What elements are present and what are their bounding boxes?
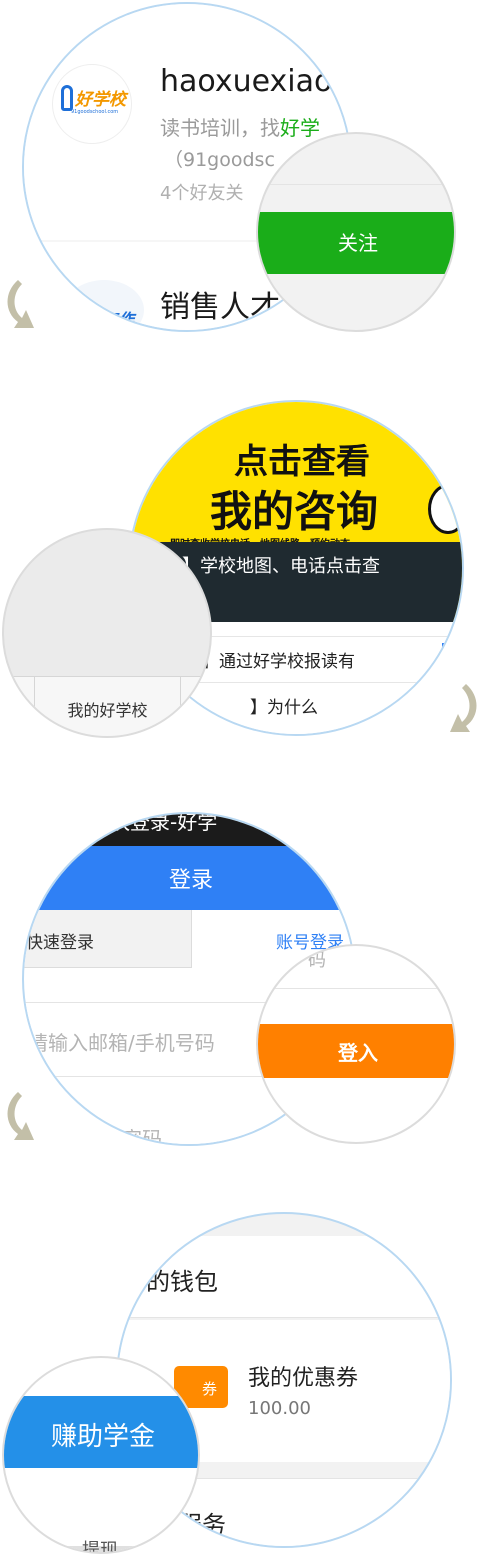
curved-arrow-icon xyxy=(7,1092,34,1140)
wallet-label: 的钱包 xyxy=(146,1268,218,1296)
login-submit-button[interactable]: 登入 xyxy=(258,1024,454,1078)
divider xyxy=(258,184,454,185)
panel4-earn-zoom: 赚助学金 提现 xyxy=(2,1356,200,1554)
service-label: 服务 xyxy=(178,1511,226,1539)
coupon-icon-label: 券 xyxy=(202,1380,218,1398)
panel3-login-zoom: 码 登入 xyxy=(256,944,456,1144)
withdraw-partial: 提现 xyxy=(82,1540,118,1554)
earn-scholarship-label: 赚助学金 xyxy=(50,1422,155,1452)
banner-title: 点击查看 xyxy=(234,442,370,482)
coupon-amount: 100.00 xyxy=(248,1398,311,1419)
email-field-placeholder: 请输入邮箱/手机号码 xyxy=(28,1031,215,1055)
panel2-tab-zoom: 我的好学校 xyxy=(2,528,212,738)
list-item-1-tag xyxy=(442,643,462,671)
friends-count: 4个好友关 xyxy=(160,183,244,204)
school-logo: 好学校 91goodschool.com xyxy=(52,64,132,144)
speaker-icon xyxy=(428,484,462,534)
next-logo: 工作 xyxy=(64,280,144,330)
follow-button[interactable]: 关注 xyxy=(258,212,454,274)
account-id: （91goodsc xyxy=(164,149,275,171)
banner-caption-text: 询】学校地图、电话点击查 xyxy=(164,556,380,577)
list-item-2-text: 】为什么 xyxy=(250,698,318,718)
tab-my-school[interactable]: 我的好学校 xyxy=(35,697,180,721)
window-title-bar: 快登录-好学 xyxy=(24,812,354,846)
description-prefix: 读书培训，找 xyxy=(160,116,280,140)
coupon-title: 我的优惠券 xyxy=(248,1366,359,1391)
next-logo-text: 工作 xyxy=(102,310,135,329)
earn-scholarship-button[interactable]: 赚助学金 xyxy=(4,1396,198,1468)
login-header: 登录 xyxy=(24,846,354,910)
tab-quick-login-label: 快速登录 xyxy=(26,933,94,953)
divider xyxy=(258,988,454,989)
tab-bar: 我的好学校 xyxy=(4,676,210,736)
panel1-follow-zoom: 关注 xyxy=(256,132,456,332)
follow-button-label: 关注 xyxy=(338,231,378,255)
list-item-1-text: 】通过好学校报读有 xyxy=(202,652,355,672)
tab-separator xyxy=(180,677,181,736)
password-field-placeholder: 密码 xyxy=(122,1127,162,1146)
account-description: 读书培训，找好学 xyxy=(160,112,320,141)
banner-headline: 我的咨询 xyxy=(210,487,379,536)
next-account-name: 销售人才 xyxy=(160,290,280,325)
verify-code-partial: 码 xyxy=(308,950,326,971)
curved-arrow-icon xyxy=(450,684,477,732)
tab-quick-login[interactable]: 快速登录 xyxy=(24,910,192,968)
curved-arrow-icon xyxy=(7,280,34,328)
window-title: 快登录-好学 xyxy=(110,812,218,834)
login-header-title: 登录 xyxy=(168,868,213,893)
wallet-row[interactable]: 的钱包 xyxy=(118,1236,450,1318)
thumb-icon xyxy=(61,85,73,111)
account-name: haoxuexiao xyxy=(160,64,333,99)
logo-text: 好学校 xyxy=(75,90,126,110)
login-submit-label: 登入 xyxy=(338,1041,378,1065)
logo-sub: 91goodschool.com xyxy=(71,109,119,115)
description-highlight: 好学 xyxy=(280,116,320,140)
